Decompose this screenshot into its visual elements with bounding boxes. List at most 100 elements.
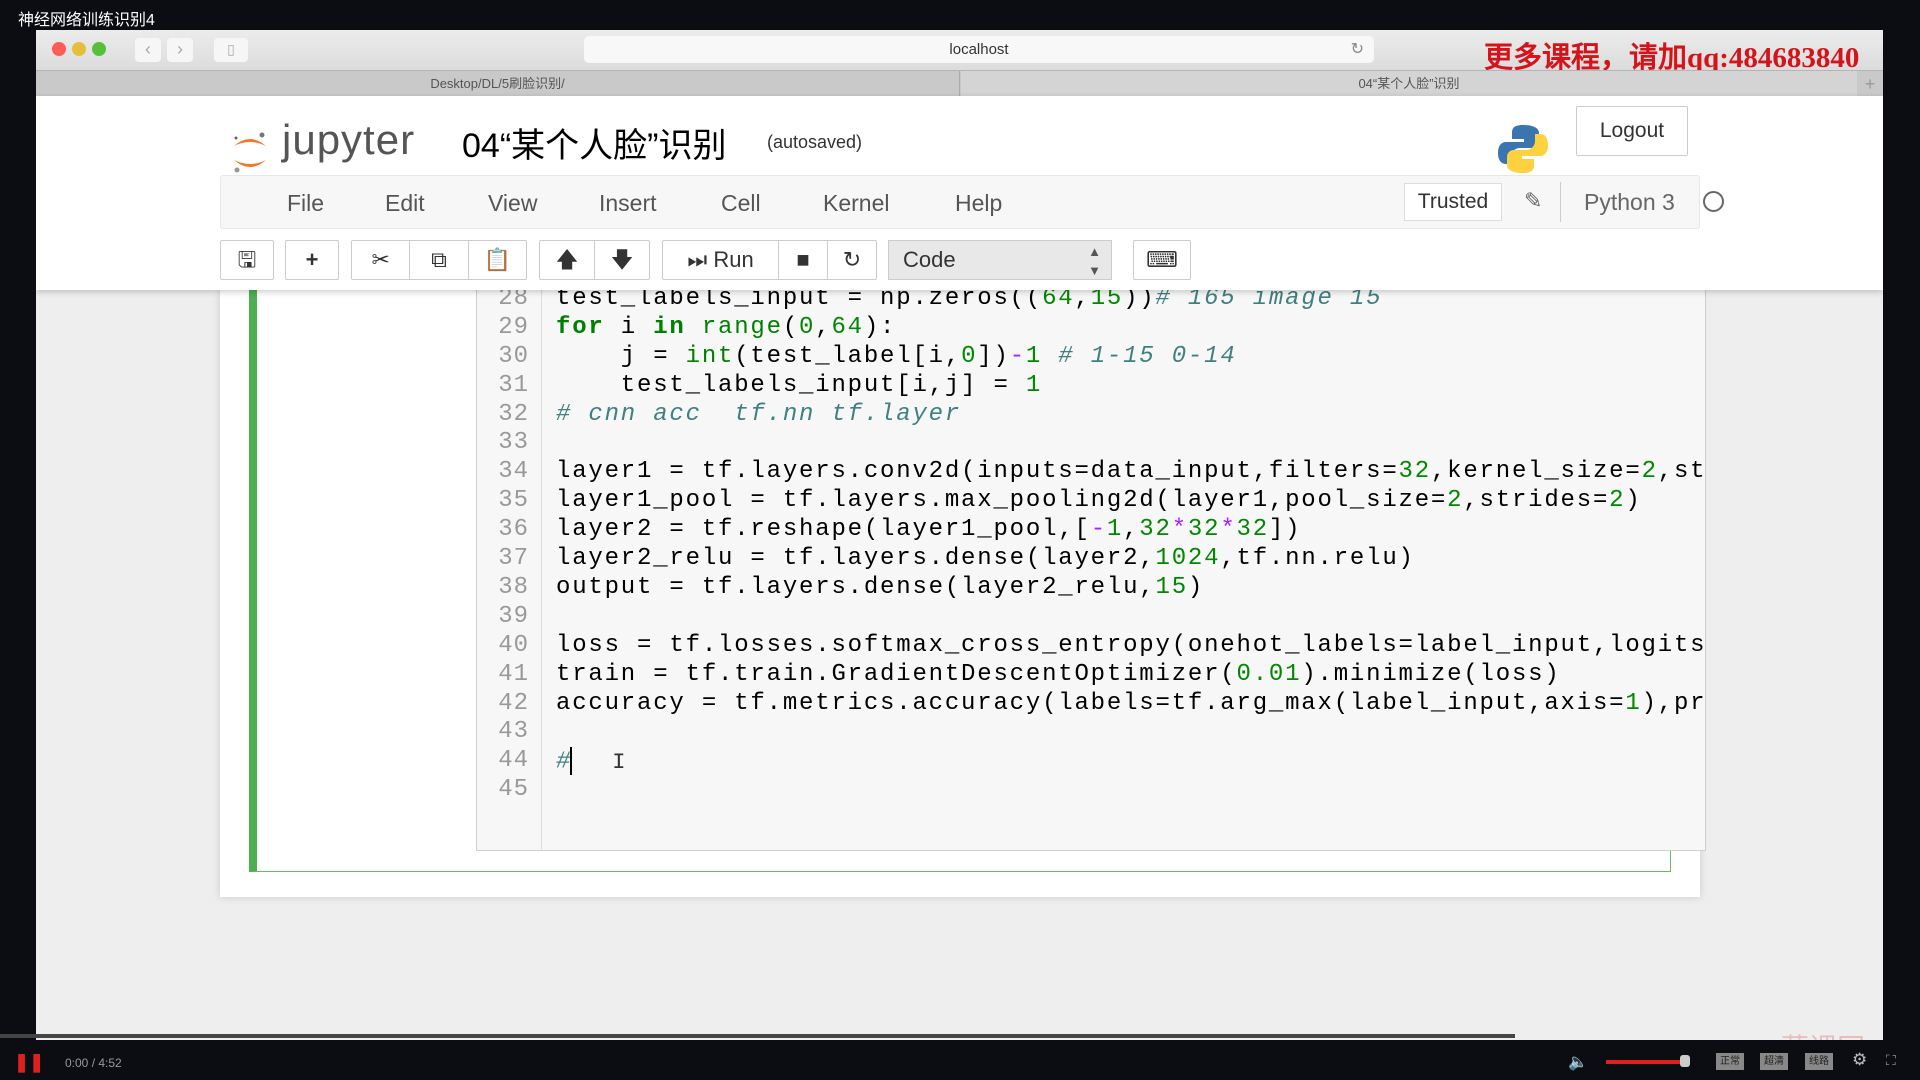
video-time: 0:00 / 4:52 [65,1056,122,1070]
code-token: 1 [1025,371,1043,399]
code-token: ( [782,313,800,341]
code-token: range [701,313,783,341]
stop-icon[interactable]: ■ [779,241,829,279]
browser-window: ‹ › ▯ localhost ↻ 更多课程，请加qq:484683840 Des… [36,30,1883,1040]
menu-kernel[interactable]: Kernel [823,190,889,217]
quality-normal-button[interactable]: 正常 [1716,1053,1744,1070]
code-line[interactable]: layer2_relu = tf.layers.dense(layer2,102… [556,545,1415,572]
cut-icon[interactable]: ✂ [352,241,411,279]
code-line[interactable]: layer1 = tf.layers.conv2d(inputs=data_in… [556,458,1706,486]
video-progress-bar[interactable] [0,1034,1515,1038]
code-token: 2 [1447,487,1464,515]
code-token: 32 [1139,516,1172,544]
code-line[interactable]: accuracy = tf.metrics.accuracy(labels=tf… [556,690,1705,717]
jupyter-logo-text[interactable]: jupyter [282,116,415,164]
code-token: 32 [1187,516,1221,544]
code-token: ]) [977,342,1010,370]
save-button[interactable]: 🖫 [220,240,274,280]
code-line[interactable]: loss = tf.losses.softmax_cross_entropy(o… [556,631,1706,659]
line-number: 32 [498,400,529,428]
logout-button[interactable]: Logout [1576,106,1688,156]
sidebar-icon[interactable]: ▯ [214,38,248,62]
pencil-icon[interactable]: ✎ [1524,188,1542,214]
tab-bar: Desktop/DL/5刷脸识别/ 04“某个人脸”识别 + [36,70,1883,97]
volume-slider[interactable] [1606,1060,1686,1064]
code-editor[interactable]: 27test_data = test_data.reshape(test_dat… [476,261,1706,851]
code-token: 32 [1398,458,1431,486]
command-palette-button[interactable]: ⌨ [1133,240,1191,280]
close-window-button[interactable] [52,42,66,56]
code-line[interactable]: train = tf.train.GradientDescentOptimize… [556,661,1561,688]
video-title: 神经网络训练识别4 [18,12,155,29]
code-token: 15 [1155,573,1188,601]
restart-icon[interactable]: ↻ [828,241,876,279]
code-token: 32 [1236,516,1269,544]
code-line[interactable]: layer1_pool = tf.layers.max_pooling2d(la… [556,487,1642,514]
menu-insert[interactable]: Insert [599,190,657,217]
kernel-name[interactable]: Python 3 [1584,189,1675,216]
jupyter-header: jupyter 04“某个人脸”识别 (autosaved) Logout Fi… [36,96,1883,290]
code-token: loss = tf.losses.softmax_cross_entropy(o… [556,631,1706,659]
tab-desktop[interactable]: Desktop/DL/5刷脸识别/ [36,71,960,97]
code-token: 1024 [1155,545,1221,572]
fullscreen-icon[interactable]: ⛶ [1886,1052,1896,1069]
code-cell[interactable]: 27test_data = test_data.reshape(test_dat… [249,261,1706,872]
ibeam-cursor-icon: I [612,749,628,775]
menu-edit[interactable]: Edit [385,190,425,217]
forward-icon[interactable]: › [167,38,193,62]
code-token: , [815,313,832,341]
code-line[interactable]: for i in range(0,64): [556,314,896,341]
code-token: , [1123,516,1140,544]
menu-help[interactable]: Help [955,190,1002,217]
text-caret [570,747,573,776]
trusted-button[interactable]: Trusted [1404,183,1502,221]
code-token: 64 [831,313,864,341]
notebook-title[interactable]: 04“某个人脸”识别 [462,118,726,167]
code-line[interactable]: j = int(test_label[i,0])-1 # 1-15 0-14 [556,343,1237,370]
tab-notebook[interactable]: 04“某个人脸”识别 [961,71,1857,97]
code-token: ) [1187,573,1205,601]
code-token: 2 [1609,487,1626,515]
line-number: 39 [498,602,529,630]
code-line[interactable]: # cnn acc tf.nn tf.layer [556,401,961,428]
browser-toolbar: ‹ › ▯ localhost ↻ 更多课程，请加qq:484683840 [36,30,1883,74]
code-line[interactable]: layer2 = tf.reshape(layer1_pool,[-1,32*3… [556,516,1301,543]
settings-gear-icon[interactable]: ⚙ [1852,1050,1867,1070]
code-token: layer1 = tf.layers.conv2d(inputs=data_in… [556,458,1399,486]
address-bar[interactable]: localhost ↻ [584,36,1374,63]
code-token: ) [1625,487,1642,515]
maximize-window-button[interactable] [92,42,106,56]
cell-type-select[interactable]: Code ▲ ▼ [888,240,1112,280]
jupyter-logo-icon[interactable] [230,130,270,174]
reload-icon[interactable]: ↻ [1351,36,1364,63]
minimize-window-button[interactable] [72,42,86,56]
new-tab-icon[interactable]: + [1857,71,1883,97]
pause-icon[interactable]: ❚❚ [14,1052,44,1073]
menu-view[interactable]: View [488,190,537,217]
run-button[interactable]: ⏭ Run [663,241,780,279]
code-token: output = tf.layers.dense(layer2_relu, [556,573,1156,601]
code-token: * [1171,516,1188,544]
keyboard-icon: ⌨ [1146,247,1178,272]
menu-cell[interactable]: Cell [721,190,761,217]
route-button[interactable]: 线路 [1805,1053,1833,1070]
line-number: 36 [498,516,529,544]
code-line[interactable]: # I [556,747,628,776]
move-down-icon[interactable]: 🡇 [595,241,649,279]
code-token: * [1220,516,1237,544]
code-token: i [604,313,654,341]
code-token: ,st [1657,458,1706,486]
volume-knob[interactable] [1680,1055,1690,1067]
menu-file[interactable]: File [287,190,324,217]
insert-cell-button[interactable]: + [285,240,339,280]
copy-icon[interactable]: ⧉ [410,241,469,279]
code-line[interactable]: output = tf.layers.dense(layer2_relu,15) [556,574,1204,601]
paste-icon[interactable]: 📋 [469,241,526,279]
volume-icon[interactable]: 🔈 [1568,1052,1588,1072]
quality-hd-button[interactable]: 超清 [1760,1053,1788,1070]
move-up-icon[interactable]: 🡅 [540,241,595,279]
line-number: 44 [498,747,529,775]
code-line[interactable]: test_labels_input[i,j] = 1 [556,372,1042,399]
back-icon[interactable]: ‹ [135,38,161,62]
